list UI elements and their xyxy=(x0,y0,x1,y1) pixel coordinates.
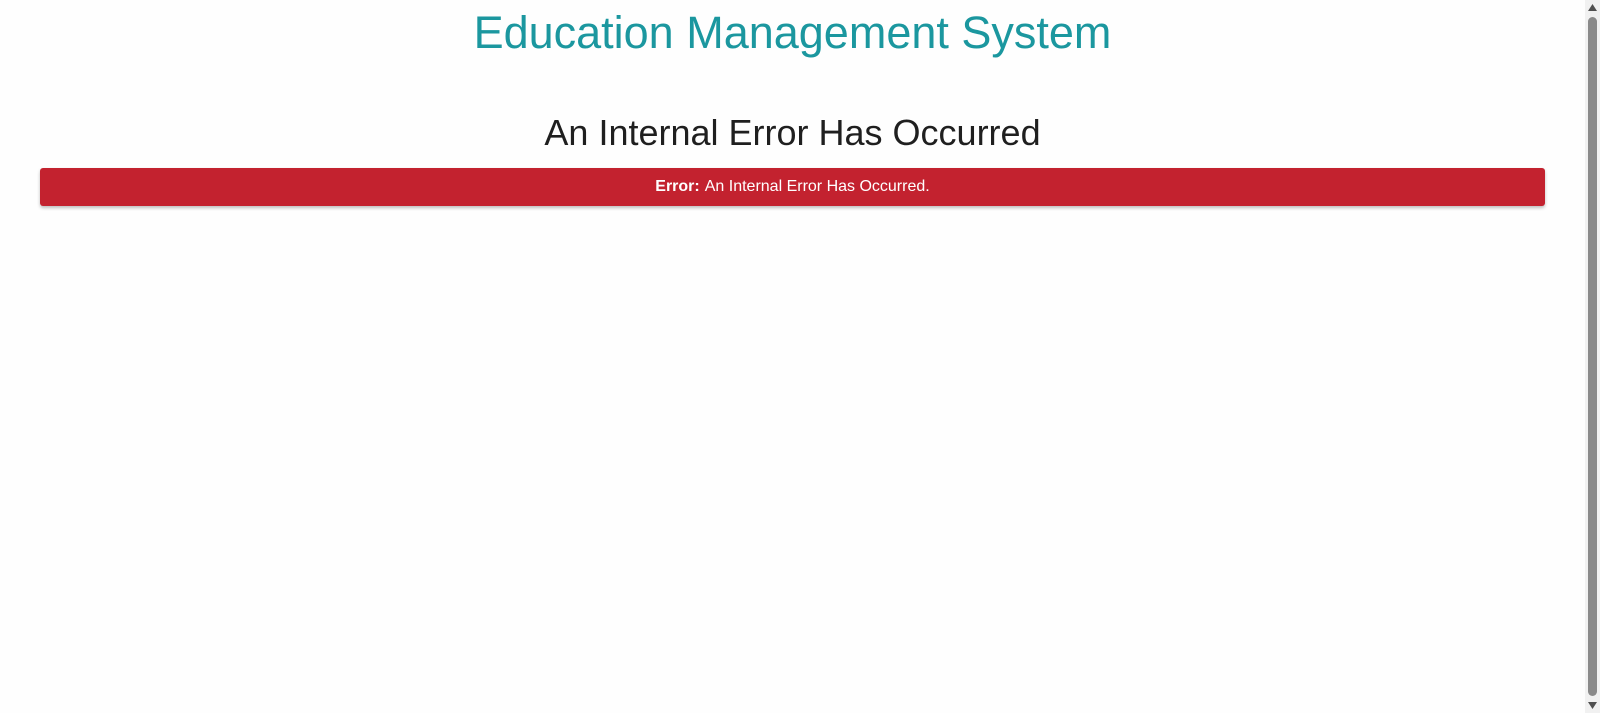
content-area: Education Management System An Internal … xyxy=(0,0,1585,713)
scroll-up-button[interactable] xyxy=(1585,0,1600,15)
scroll-down-button[interactable] xyxy=(1585,698,1600,713)
scroll-thumb[interactable] xyxy=(1588,17,1597,696)
page-title: An Internal Error Has Occurred xyxy=(544,112,1041,153)
page: Education Management System An Internal … xyxy=(0,0,1600,713)
error-banner: Error: An Internal Error Has Occurred. xyxy=(40,168,1545,206)
error-message: An Internal Error Has Occurred. xyxy=(704,178,930,195)
vertical-scrollbar[interactable] xyxy=(1585,0,1600,713)
app-title: Education Management System xyxy=(473,7,1112,58)
triangle-down-icon xyxy=(1588,702,1597,709)
error-label: Error: xyxy=(655,178,700,195)
triangle-up-icon xyxy=(1588,4,1597,11)
